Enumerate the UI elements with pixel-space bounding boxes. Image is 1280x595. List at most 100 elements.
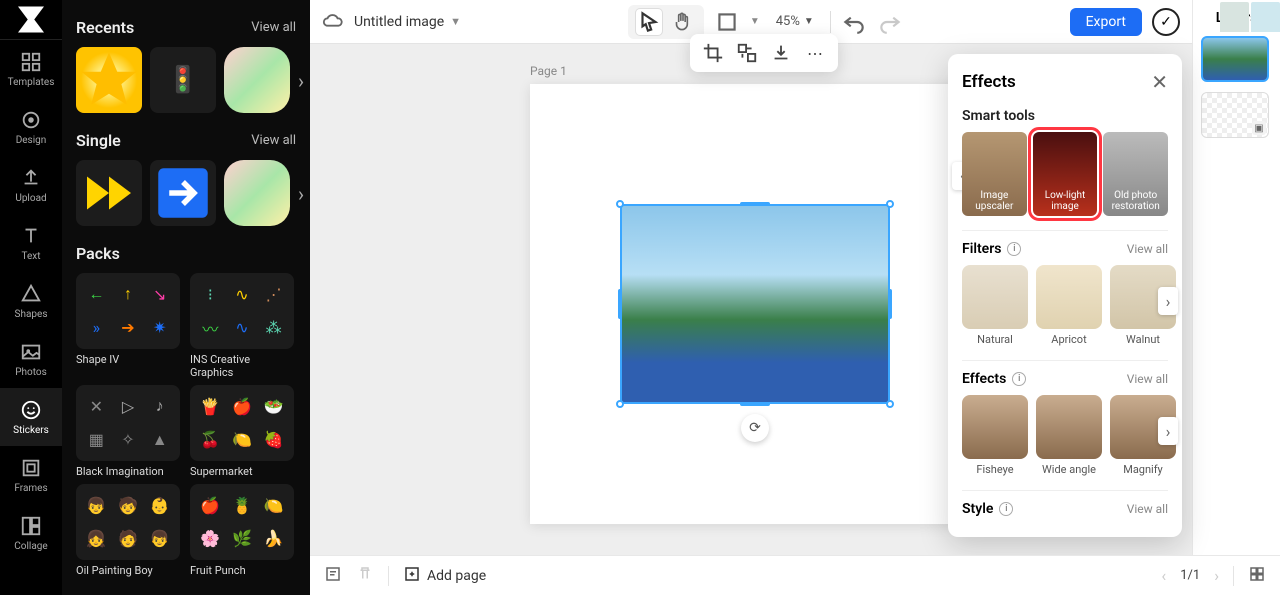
recents-view-all[interactable]: View all [251,20,296,35]
resize-handle-br[interactable] [886,400,894,408]
sticker-blob[interactable] [224,47,290,113]
sticker-star[interactable] [76,47,142,113]
pack-oil-painting-boy[interactable]: 👦🧒👶 👧🧑👦 Oil Painting Boy [76,484,180,577]
packs-row-1: ←↑↘ »➔✷ Shape IV ⁝∿⋰ 〰∿⁂ INS Creative Gr… [76,273,296,379]
rail-upload[interactable]: Upload [0,156,62,214]
pack-label: Shape IV [76,353,180,366]
effect-label: Wide angle [1036,463,1102,476]
rail-text[interactable]: Text [0,214,62,272]
resize-handle-l[interactable] [618,289,622,319]
pack-ins-creative[interactable]: ⁝∿⋰ 〰∿⁂ INS Creative Graphics [190,273,294,379]
recents-row: 🚦 › [76,47,296,113]
filters-next-icon[interactable]: › [1158,287,1178,315]
plus-page-icon [403,565,421,587]
sticker-chevrons[interactable] [76,160,142,226]
rotate-handle[interactable]: ⟳ [741,414,769,442]
style-view-all[interactable]: View all [1127,502,1168,516]
info-icon[interactable]: i [1007,242,1021,256]
effects-next-icon[interactable]: › [1158,417,1178,445]
text-icon [20,225,42,247]
notes-icon[interactable] [324,565,342,587]
effects-view-all[interactable]: View all [1127,372,1168,386]
single-view-all[interactable]: View all [251,133,296,148]
resize-handle-bl[interactable] [616,400,624,408]
filter-apricot[interactable]: Apricot [1036,265,1102,346]
hand-tool[interactable] [670,9,696,35]
upload-icon [20,167,42,189]
rail-label: Templates [8,77,55,88]
more-icon[interactable]: ⋯ [804,42,826,64]
pack-fruit-punch[interactable]: 🍎🍍🍋 🌸🌿🍌 Fruit Punch [190,484,294,577]
resize-handle-tl[interactable] [616,200,624,208]
zoom-control[interactable]: 45% ▼ [770,14,820,29]
filters-view-all[interactable]: View all [1127,242,1168,256]
smart-tool-lowlight[interactable]: Low-light image [1033,132,1098,216]
delete-icon[interactable] [356,565,374,587]
style-header: Style i View all [962,501,1168,517]
sticker-blob-2[interactable] [224,160,290,226]
single-more-icon[interactable]: › [298,182,304,206]
rail-label: Design [16,135,47,146]
rail-templates[interactable]: Templates [0,40,62,98]
resize-handle-b[interactable] [740,402,770,406]
redo-button[interactable] [877,9,903,35]
pack-label: Black Imagination [76,465,180,478]
info-icon[interactable]: i [999,502,1013,516]
info-icon[interactable]: i [1012,372,1026,386]
pack-supermarket[interactable]: 🍟🍎🥗 🍒🍋🍓 Supermarket [190,385,294,478]
selected-image[interactable]: ⟳ [620,204,890,404]
external-tabs [1220,2,1280,32]
pack-shape-iv[interactable]: ←↑↘ »➔✷ Shape IV [76,273,180,379]
undo-button[interactable] [841,9,867,35]
resize-handle-tr[interactable] [886,200,894,208]
crop-tool[interactable] [714,9,740,35]
effect-label: Fisheye [962,463,1028,476]
next-page-icon[interactable]: › [1214,566,1219,585]
cloud-icon[interactable] [322,11,344,33]
close-icon[interactable]: ✕ [1151,70,1168,94]
sticker-trafficlight[interactable]: 🚦 [150,47,216,113]
sticker-arrow[interactable] [150,160,216,226]
document-title[interactable]: Untitled image ▼ [354,14,461,30]
filters-title: Filters i [962,241,1021,257]
add-page-button[interactable]: Add page [403,565,486,587]
rail-shapes[interactable]: Shapes [0,272,62,330]
prev-page-icon[interactable]: ‹ [1161,566,1166,585]
collage-icon [20,515,42,537]
replace-icon[interactable] [736,42,758,64]
smart-tool-upscaler[interactable]: Image upscaler [962,132,1027,216]
layer-thumb-background[interactable]: ▣ [1201,92,1269,138]
effects-row-title: Effects i [962,371,1026,387]
crop-icon[interactable] [702,42,724,64]
effect-fisheye[interactable]: Fisheye [962,395,1028,476]
rail-label: Frames [14,483,47,494]
download-icon[interactable] [770,42,792,64]
smart-tool-restoration[interactable]: Old photo restoration [1103,132,1168,216]
done-badge[interactable]: ✓ [1152,8,1180,36]
pack-black-imagination[interactable]: ✕▷♪ ▦✧▲ Black Imagination [76,385,180,478]
layer-thumb-image[interactable] [1201,36,1269,82]
resize-handle-r[interactable] [888,289,892,319]
effect-wideangle[interactable]: Wide angle [1036,395,1102,476]
single-header: Single View all [76,131,296,150]
select-tool[interactable] [636,9,662,35]
layer-lock-icon[interactable]: ▣ [1252,121,1266,135]
rail-label: Stickers [13,425,49,436]
rail-collage[interactable]: Collage [0,504,62,562]
rail-photos[interactable]: Photos [0,330,62,388]
resize-handle-t[interactable] [740,202,770,206]
rail-frames[interactable]: Frames [0,446,62,504]
packs-header: Packs [76,244,296,263]
recents-more-icon[interactable]: › [298,69,304,93]
rail-design[interactable]: Design [0,98,62,156]
chevron-down-icon[interactable]: ▼ [750,16,760,27]
pages-grid-icon[interactable] [1248,565,1266,587]
packs-title: Packs [76,244,120,263]
rail-stickers[interactable]: Stickers [0,388,62,446]
filters-row: Natural Apricot Walnut › [962,265,1168,346]
packs-row-2: ✕▷♪ ▦✧▲ Black Imagination 🍟🍎🥗 🍒🍋🍓 Superm… [76,385,296,478]
photos-icon [20,341,42,363]
export-button[interactable]: Export [1070,8,1142,36]
filter-natural[interactable]: Natural [962,265,1028,346]
app-logo[interactable] [0,0,62,40]
